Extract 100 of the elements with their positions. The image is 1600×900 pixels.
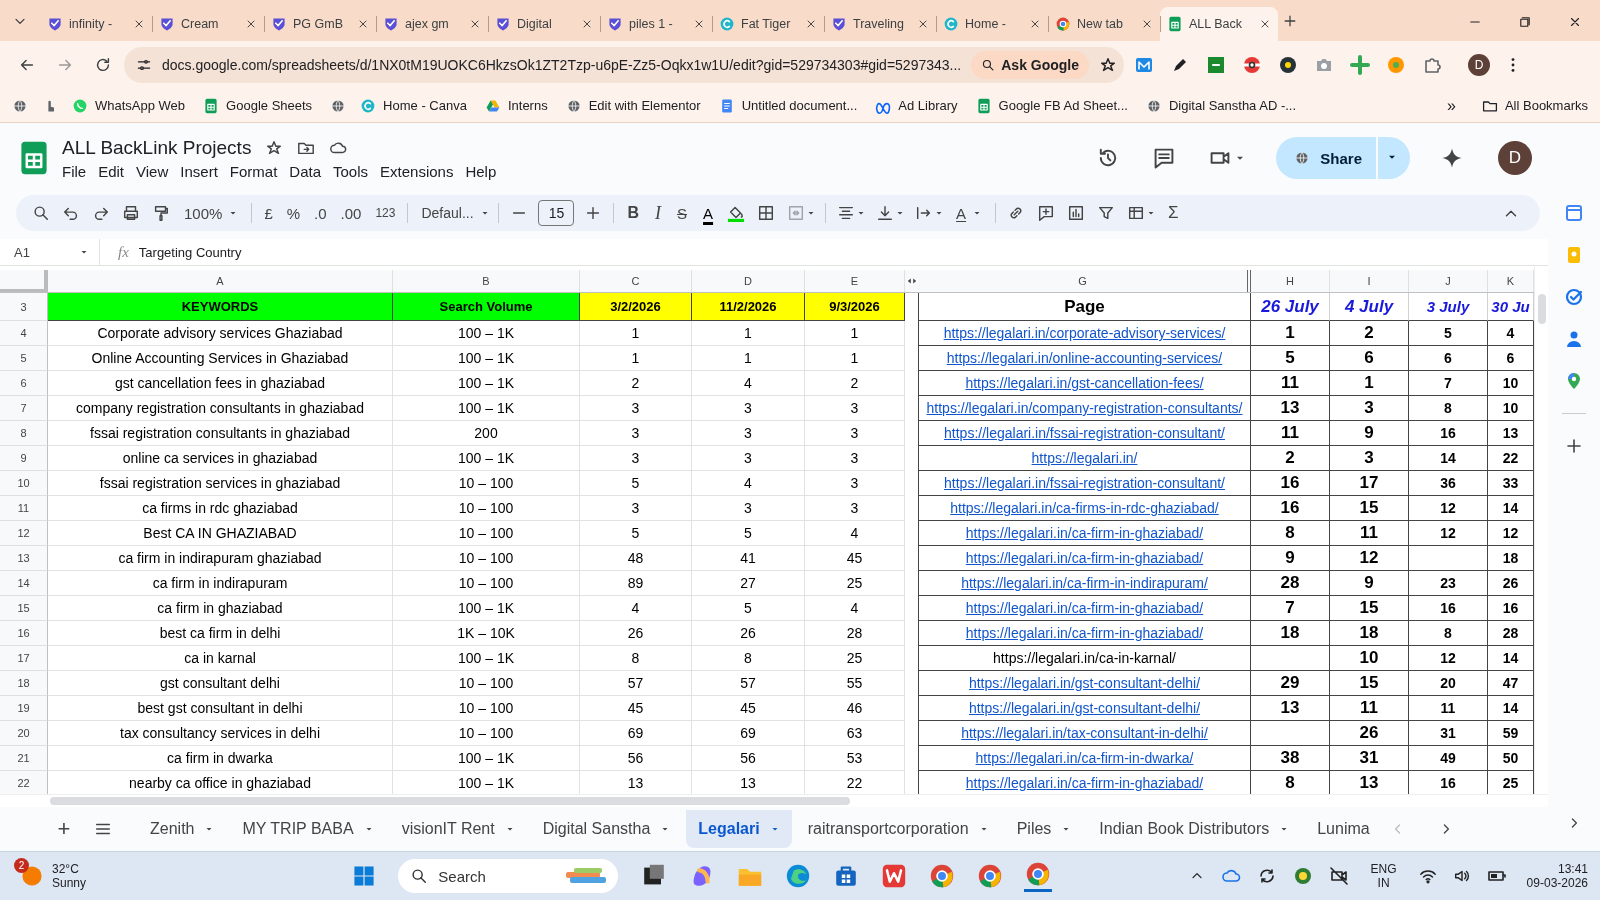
browser-tab[interactable]: New tab (1048, 7, 1160, 41)
bookmark-link[interactable]: WhatsApp Web (72, 97, 186, 114)
menu-item[interactable]: Format (223, 162, 284, 180)
browser-tab[interactable]: Cream (152, 7, 264, 41)
menu-item[interactable]: Tools (327, 162, 375, 180)
ask-google-button[interactable]: Ask Google (971, 51, 1090, 79)
browser-tab[interactable]: ALL Back (1160, 7, 1278, 41)
column-header[interactable]: C (580, 270, 692, 292)
percent-button[interactable]: % (279, 199, 308, 227)
browser-tab[interactable]: infinity - (40, 7, 152, 41)
all-bookmarks-button[interactable]: All Bookmarks (1481, 97, 1588, 114)
row-number[interactable]: 9 (0, 446, 48, 471)
tasks-icon[interactable] (1564, 287, 1584, 307)
bookmark-link[interactable]: Ad Library (875, 97, 958, 114)
borders-icon[interactable] (757, 204, 776, 222)
contacts-icon[interactable] (1564, 329, 1584, 349)
m-logo-icon[interactable] (1134, 55, 1154, 75)
bookmark-link[interactable]: Google Sheets (203, 97, 313, 114)
merge-cells-icon[interactable] (787, 204, 806, 222)
close-icon[interactable] (805, 18, 817, 30)
row-number[interactable]: 21 (0, 746, 48, 771)
sheet-tab[interactable]: raitransportcorporation (795, 810, 1001, 848)
vertical-scrollbar[interactable] (1534, 266, 1548, 794)
column-header[interactable]: G (918, 270, 1251, 292)
ball-icon[interactable] (1242, 55, 1262, 75)
horizontal-scrollbar[interactable] (0, 794, 1548, 807)
row-number[interactable]: 6 (0, 371, 48, 396)
bookmark-link[interactable]: Untitled document... (718, 97, 858, 114)
menu-item[interactable]: Edit (92, 162, 131, 180)
row-number[interactable]: 5 (0, 346, 48, 371)
reload-icon[interactable] (94, 56, 112, 74)
site-settings-icon[interactable] (136, 57, 152, 73)
row-number[interactable]: 16 (0, 621, 48, 646)
font-dropdown[interactable]: Defaul... (413, 199, 494, 227)
close-icon[interactable] (1141, 18, 1153, 30)
square-icon[interactable] (1206, 55, 1226, 75)
menu-item[interactable]: File (62, 162, 93, 180)
browser-tab[interactable]: Traveling (824, 7, 936, 41)
table-icon[interactable] (1127, 204, 1146, 222)
extensions-icon[interactable] (1422, 55, 1442, 75)
row-number[interactable]: 4 (0, 321, 48, 346)
close-icon[interactable] (581, 18, 593, 30)
zoom-dropdown[interactable]: 100% (176, 199, 247, 227)
row-number[interactable]: 3 (0, 293, 48, 321)
more-bookmarks-button[interactable]: » (1447, 96, 1456, 115)
row-number[interactable]: 10 (0, 471, 48, 496)
sheet-tab[interactable]: visionIT Rent (389, 810, 527, 848)
plus-icon[interactable] (1350, 55, 1370, 75)
text-rotation-button[interactable]: A (948, 199, 991, 227)
row-number[interactable]: 17 (0, 646, 48, 671)
bookmark-link[interactable]: Edit with Elementor (565, 97, 701, 114)
column-header[interactable]: B (393, 270, 580, 292)
browser-tab[interactable]: Home - (936, 7, 1048, 41)
globe-icon[interactable] (12, 97, 28, 114)
calendar-icon[interactable] (1564, 203, 1584, 223)
increase-decimal-button[interactable]: .00 (333, 199, 369, 227)
row-number[interactable]: 11 (0, 496, 48, 521)
sheet-tab[interactable]: Indian Book Distributors (1087, 810, 1302, 848)
formula-value[interactable]: Targeting Country (138, 244, 242, 260)
browser-tab[interactable]: piles 1 - (600, 7, 712, 41)
column-header[interactable]: A (48, 270, 393, 292)
camera-off-icon[interactable] (1328, 866, 1349, 886)
sheet-tab[interactable]: Lunima (1305, 810, 1372, 848)
strikethrough-button[interactable]: S (669, 199, 696, 227)
account-avatar[interactable]: D (1498, 141, 1532, 175)
menu-item[interactable]: Help (459, 162, 503, 180)
currency-button[interactable]: £ (257, 199, 280, 227)
vertical-align-icon[interactable] (876, 204, 895, 222)
sheet-tab[interactable]: Digital Sanstha (530, 810, 683, 848)
profile-avatar[interactable]: D (1468, 54, 1490, 76)
close-icon[interactable] (1259, 18, 1271, 30)
italic-button[interactable]: I (647, 199, 670, 227)
sheet-tab[interactable]: Zenith (138, 810, 227, 848)
menu-item[interactable]: Insert (174, 162, 224, 180)
font-size-field[interactable]: 15 (538, 200, 575, 226)
close-icon[interactable] (917, 18, 929, 30)
bookmark-link[interactable]: Digital Sanstha AD -... (1145, 97, 1297, 114)
row-number[interactable]: 20 (0, 721, 48, 746)
paint-roller-icon[interactable] (152, 204, 170, 222)
row-number[interactable]: 22 (0, 771, 48, 794)
star-icon[interactable] (265, 138, 284, 157)
close-icon[interactable] (1568, 15, 1582, 29)
restore-icon[interactable] (1518, 15, 1532, 29)
close-icon[interactable] (245, 18, 257, 30)
row-number[interactable]: 7 (0, 396, 48, 421)
windows-start-icon[interactable] (352, 864, 377, 888)
add-comment-icon[interactable] (1037, 204, 1056, 222)
browser-tab[interactable]: Fat Tiger (712, 7, 824, 41)
row-number[interactable]: 12 (0, 521, 48, 546)
column-header[interactable]: J (1409, 270, 1488, 292)
document-title[interactable]: ALL BackLink Projects (62, 136, 252, 159)
functions-button[interactable]: Σ (1160, 199, 1187, 227)
menu-item[interactable]: View (130, 162, 175, 180)
bookmark-star-icon[interactable] (1099, 56, 1118, 74)
decrease-decimal-button[interactable]: .0 (307, 199, 334, 227)
bookmark-link[interactable]: Google FB Ad Sheet... (975, 97, 1128, 114)
share-button[interactable]: Share (1276, 137, 1376, 179)
row-number[interactable]: 19 (0, 696, 48, 721)
coin-icon[interactable] (1292, 866, 1313, 886)
browser-tab[interactable]: Digital (488, 7, 600, 41)
